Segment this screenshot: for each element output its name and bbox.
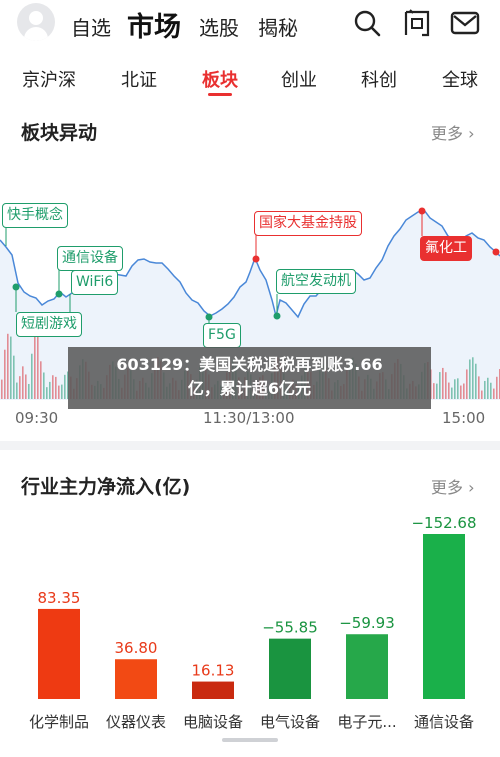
chevron-right-icon: › (463, 478, 475, 497)
avatar-head-shape (29, 11, 43, 25)
tab-shanghai-shenzhen[interactable]: 京沪深 (22, 66, 76, 92)
tag-communication-equipment[interactable]: 通信设备 (57, 246, 123, 271)
net-inflow-title: 行业主力净流入(亿) (21, 476, 191, 498)
inflow-category-label: 通信设备 (414, 713, 474, 731)
inflow-bar[interactable] (346, 634, 388, 699)
sector-moves-more-link[interactable]: 更多 › (431, 120, 475, 144)
inflow-category-label: 电子元... (337, 713, 396, 731)
question-icon[interactable] (402, 8, 432, 38)
inflow-bar[interactable] (269, 638, 311, 699)
sector-moves-title: 板块异动 (21, 122, 98, 144)
inflow-value-label: 16.13 (192, 662, 235, 680)
inflow-value-label: 36.80 (115, 639, 158, 657)
search-icon[interactable] (352, 8, 382, 38)
event-marker (252, 255, 260, 263)
top-navigation: 自选 市场 选股 揭秘 (0, 0, 500, 50)
inflow-bar[interactable] (423, 534, 465, 699)
tab-stock-picker[interactable]: 选股 (199, 12, 239, 41)
tab-beijing-exchange[interactable]: 北证 (121, 66, 157, 92)
tag-aero-engine[interactable]: 航空发动机 (276, 269, 356, 294)
active-tab-indicator (208, 93, 232, 96)
tab-sectors[interactable]: 板块 (202, 66, 238, 92)
tag-wifi6[interactable]: WiFi6 (71, 270, 119, 295)
tab-watchlist[interactable]: 自选 (71, 12, 111, 41)
inflow-category-label: 仪器仪表 (106, 713, 166, 731)
tag-fluorochemical[interactable]: 氟化工 (420, 236, 472, 261)
event-marker (55, 290, 63, 298)
inflow-bar[interactable] (192, 681, 234, 699)
event-marker (418, 207, 426, 215)
inflow-value-label: −152.68 (411, 514, 476, 532)
news-headline-overlay[interactable]: 603129：美国关税退税再到账3.66 亿，累计超6亿元 (68, 347, 431, 409)
bottom-drag-handle[interactable] (222, 738, 278, 742)
tag-short-drama-games[interactable]: 短剧游戏 (16, 312, 82, 337)
event-marker (273, 312, 281, 320)
event-marker (492, 248, 500, 256)
inflow-category-label: 电气设备 (260, 713, 320, 731)
time-label-midday: 11:30/13:00 (203, 409, 295, 427)
mail-icon[interactable] (450, 8, 480, 38)
avatar[interactable] (17, 3, 55, 41)
event-marker (12, 283, 20, 291)
tag-kuaishou-concept[interactable]: 快手概念 (2, 203, 68, 228)
tag-national-fund-holdings[interactable]: 国家大基金持股 (254, 211, 362, 236)
inflow-category-label: 电脑设备 (183, 713, 243, 731)
tab-reveal[interactable]: 揭秘 (258, 12, 298, 41)
inflow-value-label: −59.93 (339, 614, 395, 632)
avatar-body-shape (24, 27, 48, 41)
news-headline-line1: 603129：美国关税退税再到账3.66 (116, 355, 383, 374)
tab-market[interactable]: 市场 (127, 5, 181, 44)
net-inflow-bar-chart: 83.35 化学制品 36.80 仪器仪表 16.13 电脑设备 −55.85 电气设备 −59… (29, 514, 477, 731)
tab-star-market[interactable]: 科创 (361, 66, 397, 92)
inflow-category-label: 化学制品 (29, 713, 89, 731)
net-inflow-more-link[interactable]: 更多 › (431, 474, 475, 498)
inflow-value-label: −55.85 (262, 619, 318, 637)
section-divider (0, 441, 500, 450)
tag-f5g[interactable]: F5G (203, 323, 241, 348)
sector-moves-more-label: 更多 (431, 124, 464, 143)
net-inflow-more-label: 更多 (431, 478, 464, 497)
inflow-bar[interactable] (38, 608, 80, 699)
inflow-value-label: 83.35 (38, 589, 81, 607)
time-label-open: 09:30 (15, 409, 59, 427)
time-label-close: 15:00 (442, 409, 486, 427)
event-marker (205, 313, 213, 321)
chevron-right-icon: › (463, 124, 475, 143)
tab-global[interactable]: 全球 (442, 66, 478, 92)
inflow-bar[interactable] (115, 659, 157, 699)
news-headline-line2: 亿，累计超6亿元 (187, 379, 312, 398)
tab-chinext[interactable]: 创业 (281, 66, 317, 92)
